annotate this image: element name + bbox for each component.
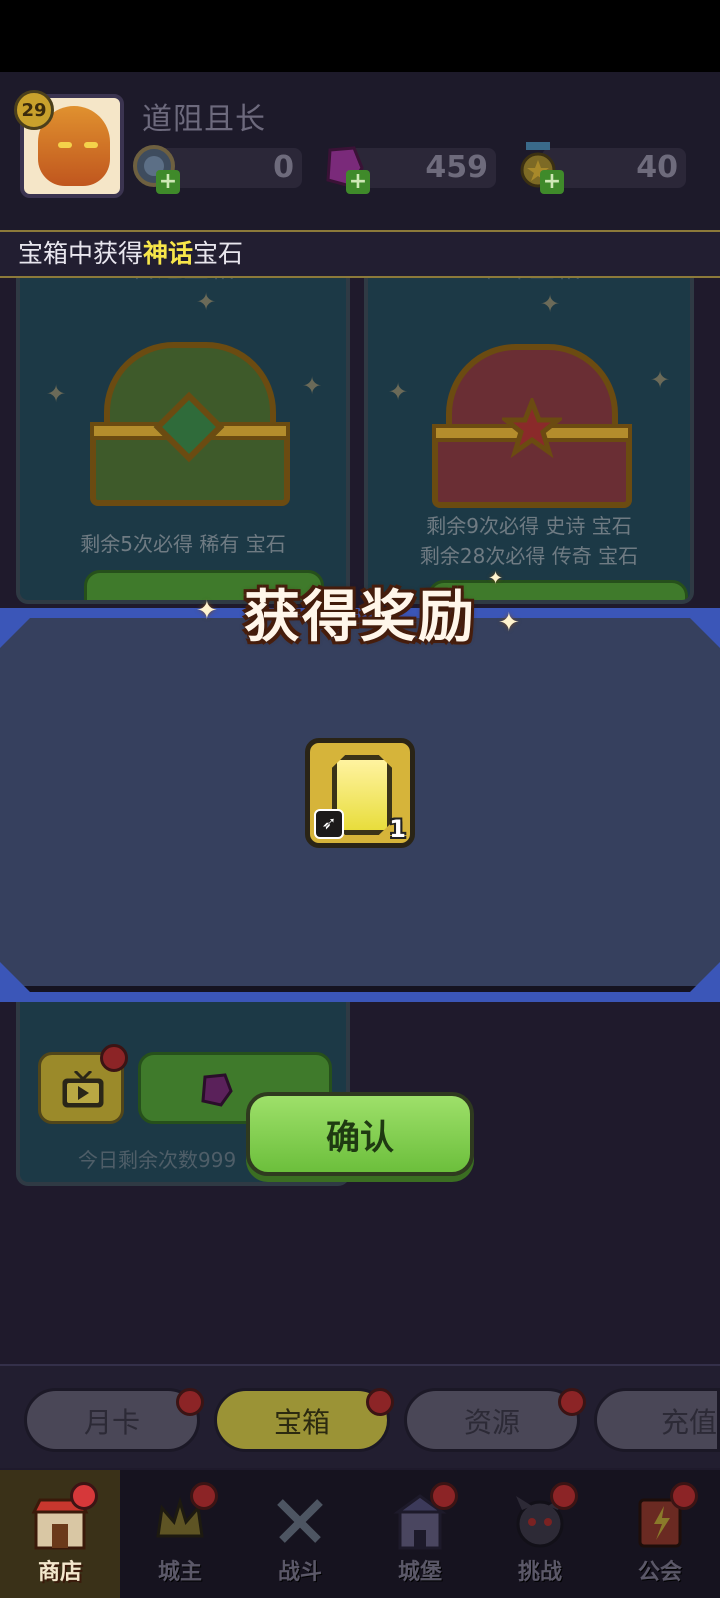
nav-castle[interactable]: 城堡 bbox=[360, 1470, 480, 1598]
sparkle-icon: ✦ bbox=[196, 288, 217, 316]
green-chest-icon bbox=[90, 342, 290, 512]
bottom-navigation: 商店 城主 战斗 城堡 挑战 公会 bbox=[0, 1470, 720, 1598]
nav-label: 公会 bbox=[637, 1560, 682, 1585]
reward-count: 1 bbox=[389, 815, 406, 843]
corner-decoration bbox=[0, 962, 30, 992]
resource-gem[interactable]: 459 + bbox=[320, 146, 496, 194]
nav-label: 挑战 bbox=[517, 1560, 562, 1585]
notification-dot bbox=[100, 1044, 128, 1072]
tab-resources[interactable]: 资源 bbox=[404, 1388, 580, 1452]
sparkle-icon: ✦ bbox=[498, 608, 520, 638]
card-guarantee-line: 剩余9次必得 史诗 宝石 bbox=[426, 514, 632, 538]
notification-dot bbox=[70, 1482, 98, 1510]
resource-coin[interactable]: 0 + bbox=[130, 145, 302, 194]
ticker-text-end: 宝石 bbox=[193, 239, 244, 268]
nav-shop[interactable]: 商店 bbox=[0, 1470, 120, 1598]
nav-label: 商店 bbox=[37, 1560, 82, 1585]
card-guarantee-line: 剩余5次必得 稀有 宝石 bbox=[80, 532, 286, 556]
sparkle-icon: ✦ bbox=[388, 378, 409, 406]
chest-card-brilliant[interactable]: 璀璨宝箱 ✦ ✦ ✦ 剩余9次必得 史诗 宝石 剩余28次必得 传奇 宝石 bbox=[364, 234, 694, 604]
corner-decoration bbox=[690, 962, 720, 992]
ticker-highlight: 神话 bbox=[143, 239, 194, 268]
crossed-swords-icon bbox=[277, 1499, 323, 1543]
item-type-badge-icon: ➶ bbox=[314, 809, 344, 839]
nav-guild[interactable]: 公会 bbox=[600, 1470, 720, 1598]
avatar-eye-right bbox=[84, 142, 98, 148]
add-medal-button[interactable]: + bbox=[540, 170, 564, 194]
notification-dot bbox=[670, 1482, 698, 1510]
confirm-button[interactable]: 确认 bbox=[246, 1092, 474, 1176]
add-gem-button[interactable]: + bbox=[346, 170, 370, 194]
tab-recharge[interactable]: 充值 bbox=[594, 1388, 720, 1452]
ticker-text: 宝箱中获得 bbox=[18, 239, 144, 268]
notification-dot bbox=[558, 1388, 586, 1416]
nav-challenge[interactable]: 挑战 bbox=[480, 1470, 600, 1598]
gem-icon bbox=[201, 1073, 233, 1107]
sparkle-icon: ✦ bbox=[540, 290, 561, 318]
notification-dot bbox=[176, 1388, 204, 1416]
open-brilliant-chest-button[interactable] bbox=[428, 580, 688, 600]
resource-medal[interactable]: 40 + bbox=[514, 142, 686, 194]
avatar-eye-left bbox=[58, 142, 72, 148]
status-bar bbox=[0, 0, 720, 72]
chest-card-normal[interactable]: 普通宝箱 ✦ ✦ ✦ 剩余5次必得 稀有 宝石 bbox=[16, 234, 350, 604]
nav-label: 战斗 bbox=[277, 1560, 322, 1585]
notification-dot bbox=[190, 1482, 218, 1510]
sparkle-icon: ✦ bbox=[46, 380, 67, 408]
notification-dot bbox=[430, 1482, 458, 1510]
player-name: 道阻且长 bbox=[142, 102, 266, 137]
level-badge: 29 bbox=[14, 90, 54, 130]
add-coin-button[interactable]: + bbox=[156, 170, 180, 194]
star-emblem-icon bbox=[502, 398, 562, 458]
reward-item-yellow-gem[interactable]: ➶ 1 bbox=[305, 738, 415, 848]
notification-dot bbox=[366, 1388, 394, 1416]
daily-remaining: 今日剩余次数999 bbox=[78, 1148, 237, 1172]
notification-dot bbox=[550, 1482, 578, 1510]
red-chest-icon bbox=[432, 344, 632, 514]
tab-monthly-card[interactable]: 月卡 bbox=[24, 1388, 200, 1452]
nav-lord[interactable]: 城主 bbox=[120, 1470, 240, 1598]
shop-tabs: 月卡 宝箱 资源 充值 bbox=[0, 1364, 720, 1468]
nav-label: 城堡 bbox=[397, 1560, 442, 1585]
card-guarantee-line: 剩余28次必得 传奇 宝石 bbox=[419, 544, 639, 568]
nav-battle[interactable]: 战斗 bbox=[240, 1470, 360, 1598]
sparkle-icon: ✦ bbox=[650, 366, 671, 394]
nav-label: 城主 bbox=[157, 1560, 202, 1585]
tv-icon bbox=[62, 1071, 104, 1108]
corner-decoration bbox=[690, 618, 720, 648]
open-normal-chest-button[interactable] bbox=[84, 570, 324, 600]
corner-decoration bbox=[0, 618, 30, 648]
gem-value: 459 bbox=[348, 148, 496, 188]
sparkle-icon: ✦ bbox=[302, 372, 323, 400]
announcement-ticker: 宝箱中获得神话宝石 bbox=[0, 230, 720, 278]
tab-chest[interactable]: 宝箱 bbox=[214, 1388, 390, 1452]
